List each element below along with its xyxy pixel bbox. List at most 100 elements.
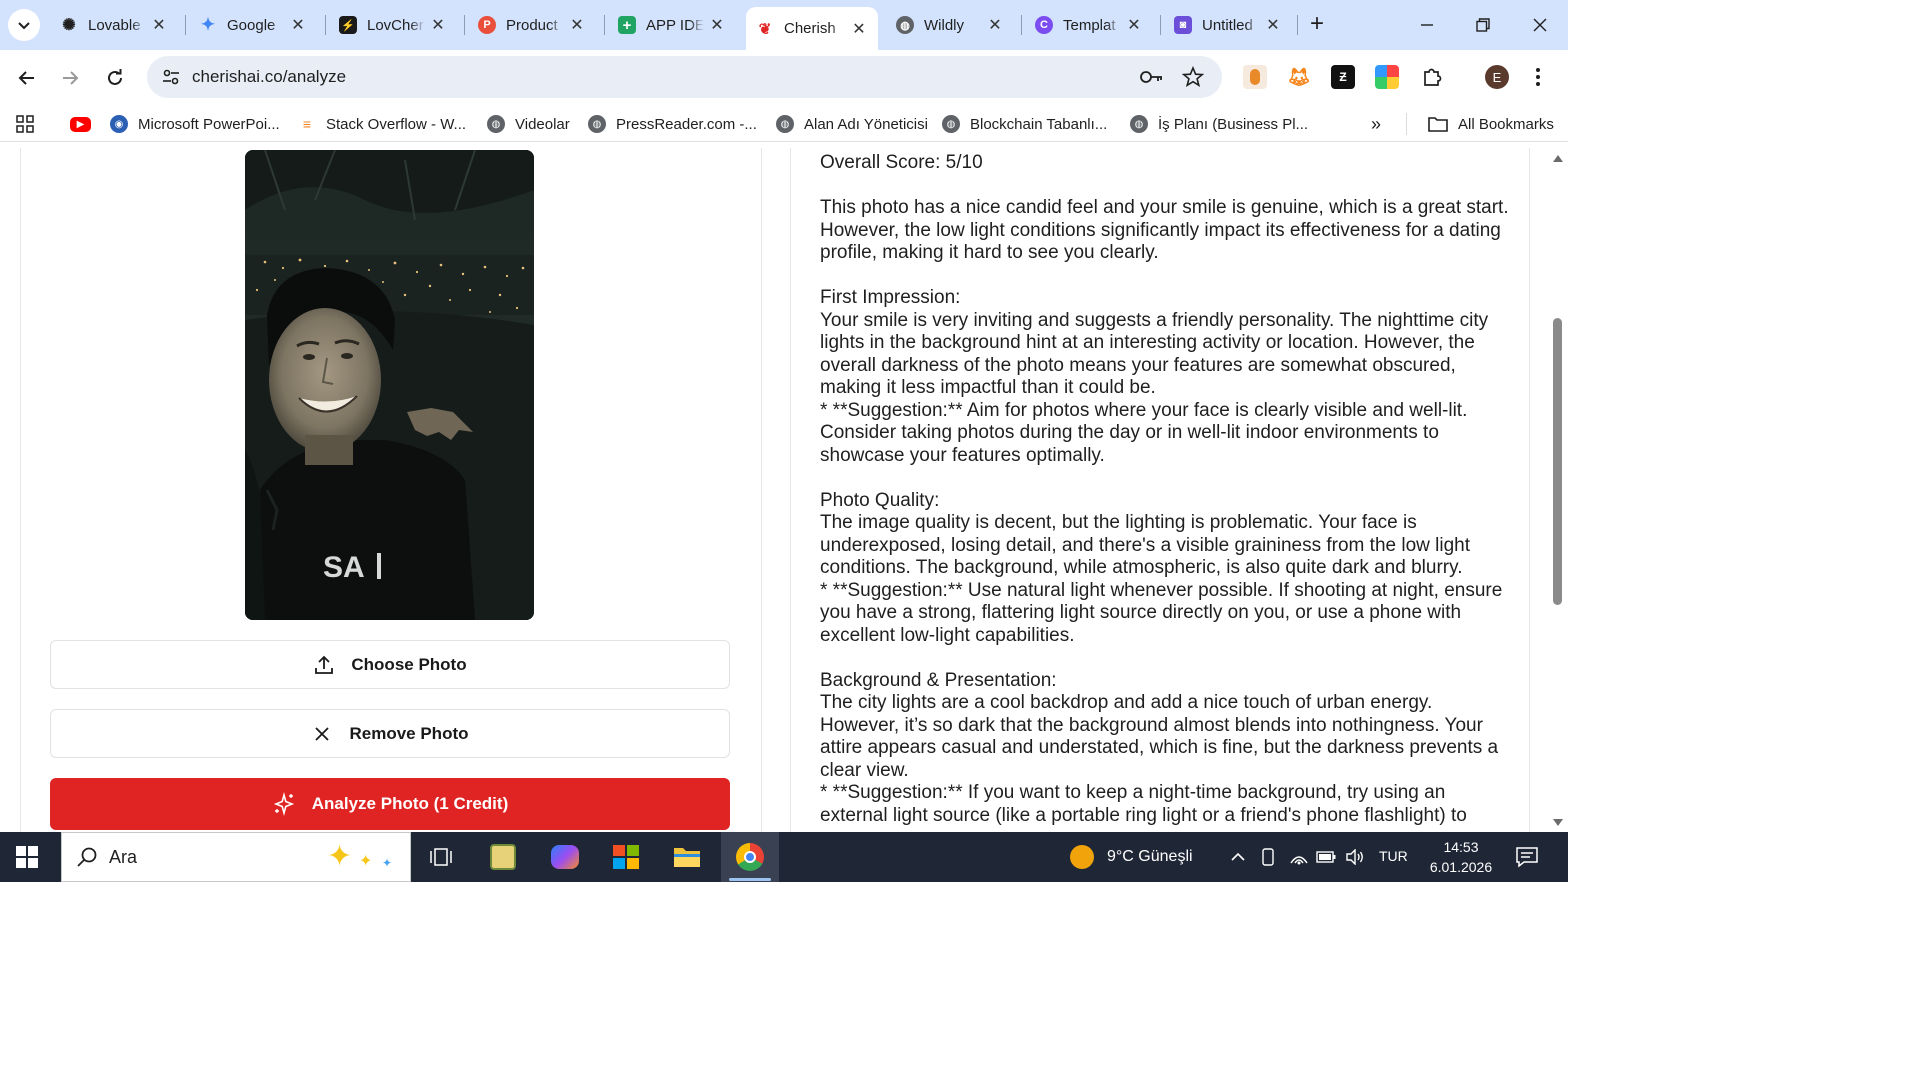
arrow-left-icon (18, 71, 34, 85)
tab-wildly[interactable]: ◍ Wildly ✕ (886, 6, 1014, 44)
tab-google[interactable]: ✦ Google ✕ (189, 6, 317, 44)
sparkle-small-icon: ✦ (359, 853, 373, 870)
reload-button[interactable] (99, 62, 131, 94)
youtube-icon: ▶ (70, 116, 91, 132)
browser-menu-icon[interactable] (1528, 65, 1548, 89)
system-clock[interactable]: 14:53 6.01.2026 (1426, 837, 1496, 877)
dev-tools-app-icon[interactable] (487, 841, 519, 873)
bookmark-alan-adi[interactable]: ◍ Alan Adı Yöneticisi (776, 113, 928, 135)
tab-title: LovCher (367, 16, 424, 34)
tab-title: Lovable (88, 16, 141, 34)
password-key-icon[interactable] (1140, 65, 1164, 89)
analyze-photo-button[interactable]: Analyze Photo (1 Credit) (50, 778, 730, 830)
windows-start-icon[interactable] (16, 846, 38, 868)
taskbar-search-box[interactable]: Ara ✦ ✦ ✦ (61, 832, 411, 882)
apps-grid-icon[interactable] (16, 113, 34, 135)
weather-widget[interactable]: 9°C Güneşli (1070, 845, 1193, 869)
extension-colorful-icon[interactable] (1375, 65, 1399, 89)
active-app-indicator (729, 878, 771, 881)
tab-lovable[interactable]: ✺ Lovable ✕ (50, 6, 178, 44)
all-bookmarks-button[interactable]: All Bookmarks (1428, 113, 1554, 135)
first-impression-suggestion: * **Suggestion:** Aim for photos where y… (820, 399, 1468, 466)
choose-photo-button[interactable]: Choose Photo (50, 640, 730, 689)
minimize-button[interactable] (1404, 9, 1450, 41)
volume-icon[interactable] (1345, 847, 1365, 867)
address-bar[interactable]: cherishai.co/analyze (147, 56, 1222, 98)
restore-button[interactable] (1460, 9, 1506, 41)
scrollbar-thumb[interactable] (1553, 318, 1562, 605)
bolt-app-icon: ⚡ (339, 16, 357, 34)
sparkles-icon (272, 792, 296, 816)
close-icon[interactable]: ✕ (568, 16, 586, 34)
analyze-photo-label: Analyze Photo (1 Credit) (311, 794, 509, 813)
close-icon[interactable]: ✕ (429, 16, 447, 34)
tab-cherish[interactable]: ❦ Cherish ✕ (746, 7, 878, 50)
close-icon[interactable]: ✕ (150, 16, 168, 34)
back-button[interactable] (11, 62, 43, 94)
tab-search-button[interactable] (8, 9, 40, 41)
device-icon[interactable] (1258, 847, 1278, 867)
canva-icon: C (1035, 16, 1053, 34)
tab-templat[interactable]: C Templat ✕ (1025, 6, 1153, 44)
close-icon[interactable]: ✕ (1264, 16, 1282, 34)
tab-title: Wildly (924, 16, 964, 34)
remove-photo-button[interactable]: Remove Photo (50, 709, 730, 758)
tab-lovcher[interactable]: ⚡ LovCher ✕ (329, 6, 457, 44)
new-tab-button[interactable]: + (1302, 10, 1332, 40)
battery-icon[interactable] (1316, 847, 1336, 867)
scroll-up-arrow-icon[interactable] (1553, 155, 1563, 162)
bookmark-videolar[interactable]: ◍ Videolar (487, 113, 570, 135)
tab-product[interactable]: P Product ✕ (468, 6, 596, 44)
cherish-heart-icon: ❦ (758, 20, 772, 38)
bookmark-is-plani[interactable]: ◍ İş Planı (Business Pl... (1130, 113, 1308, 135)
extension-dark-icon[interactable]: Ƶ (1331, 65, 1355, 89)
close-window-button[interactable] (1517, 9, 1563, 41)
bookmark-powerpoint[interactable]: ◉ Microsoft PowerPoi... (110, 113, 280, 135)
chevron-up-icon[interactable] (1228, 847, 1248, 867)
copilot-app-icon[interactable] (549, 841, 581, 873)
profile-avatar[interactable]: E (1485, 65, 1509, 89)
tab-title: Google (227, 16, 276, 34)
close-icon[interactable]: ✕ (1125, 16, 1143, 34)
globe-icon: ◍ (588, 115, 606, 133)
microsoft-store-icon[interactable] (610, 841, 642, 873)
task-view-icon[interactable] (425, 841, 457, 873)
tab-app-ide[interactable]: + APP IDE ✕ (608, 6, 736, 44)
globe-icon: ◍ (896, 16, 914, 34)
tab-separator (604, 15, 605, 35)
wifi-icon[interactable] (1289, 847, 1309, 867)
clock-date: 6.01.2026 (1429, 859, 1493, 875)
scroll-down-arrow-icon[interactable] (1553, 819, 1563, 826)
bookmark-label: Alan Adı Yöneticisi (804, 115, 928, 133)
tab-untitled[interactable]: ◙ Untitled ✕ (1164, 6, 1292, 44)
youtube-bookmark[interactable]: ▶ (70, 113, 101, 135)
bookmark-label: Blockchain Tabanlı... (970, 115, 1108, 133)
extension-flame-icon[interactable] (1243, 65, 1267, 89)
extensions-puzzle-icon[interactable] (1420, 65, 1444, 89)
page-content: SA Choose Photo Remove Photo Analyze Pho… (0, 148, 1568, 832)
forward-button[interactable] (54, 62, 86, 94)
notification-center-icon[interactable] (1515, 846, 1539, 868)
copilot-sparkle-icon: ✦ (327, 840, 353, 873)
reload-icon (108, 69, 122, 85)
site-settings-icon[interactable] (161, 67, 181, 87)
chevron-down-icon (18, 22, 30, 30)
close-icon[interactable]: ✕ (986, 16, 1004, 34)
tab-separator (1021, 15, 1022, 35)
background-heading: Background & Presentation: (820, 669, 1057, 691)
close-icon[interactable]: ✕ (850, 20, 868, 38)
page-scrollbar[interactable] (1548, 148, 1568, 832)
bookmark-star-icon[interactable] (1181, 65, 1205, 89)
chrome-icon[interactable] (734, 841, 766, 873)
close-icon[interactable]: ✕ (289, 16, 307, 34)
input-language-indicator[interactable]: TUR (1379, 848, 1408, 864)
bookmark-stackoverflow[interactable]: ≡ Stack Overflow - W... (298, 113, 466, 135)
metamask-fox-icon[interactable]: 🦊︎ (1287, 65, 1311, 89)
bookmark-blockchain[interactable]: ◍ Blockchain Tabanlı... (942, 113, 1107, 135)
more-bookmarks-button[interactable]: » (1371, 113, 1381, 135)
close-icon[interactable]: ✕ (708, 16, 726, 34)
file-explorer-icon[interactable] (671, 841, 703, 873)
tab-title: Cherish (784, 20, 836, 37)
bookmark-pressreader[interactable]: ◍ PressReader.com -... (588, 113, 757, 135)
tab-separator (1160, 15, 1161, 35)
